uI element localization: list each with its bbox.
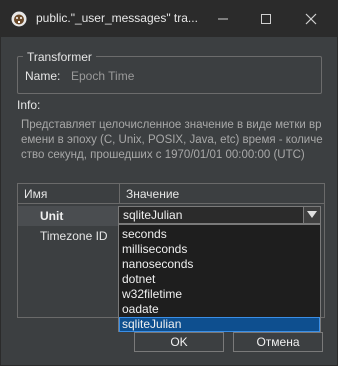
dbeaver-beaver-icon	[11, 11, 27, 27]
name-value: Epoch Time	[71, 69, 135, 83]
dropdown-option-sqlitejulian[interactable]: sqliteJulian	[119, 317, 320, 332]
unit-combobox-value: sqliteJulian	[123, 208, 183, 222]
name-label: Name:	[25, 69, 61, 83]
column-header-value[interactable]: Значение	[120, 184, 324, 204]
unit-dropdown-list: seconds milliseconds nanoseconds dotnet …	[118, 224, 321, 332]
unit-combobox[interactable]: sqliteJulian	[118, 206, 321, 224]
ok-button[interactable]: OK	[134, 332, 224, 352]
property-name-timezone: Timezone ID	[40, 229, 108, 243]
dropdown-option-w32filetime[interactable]: w32filetime	[119, 287, 320, 302]
close-icon[interactable]	[300, 8, 322, 30]
transformer-dialog: public."_user_messages" tra... Transform…	[0, 0, 338, 366]
dropdown-option-dotnet[interactable]: dotnet	[119, 272, 320, 287]
info-description: Представляет целочисленное значение в ви…	[21, 119, 323, 161]
chevron-down-icon[interactable]	[303, 207, 320, 223]
transformer-legend: Transformer	[23, 50, 96, 64]
window-title: public."_user_messages" tra...	[36, 11, 198, 25]
dropdown-option-seconds[interactable]: seconds	[119, 227, 320, 242]
title-bar[interactable]: public."_user_messages" tra...	[1, 1, 337, 37]
dropdown-option-nanoseconds[interactable]: nanoseconds	[119, 257, 320, 272]
info-label: Info:	[17, 98, 41, 112]
dropdown-option-milliseconds[interactable]: milliseconds	[119, 242, 320, 257]
property-name-unit: Unit	[18, 206, 118, 226]
cancel-button[interactable]: Отмена	[233, 332, 323, 352]
maximize-icon[interactable]	[255, 8, 277, 30]
column-header-name[interactable]: Имя	[18, 184, 120, 204]
minimize-icon[interactable]	[212, 8, 234, 30]
dropdown-option-oadate[interactable]: oadate	[119, 302, 320, 317]
